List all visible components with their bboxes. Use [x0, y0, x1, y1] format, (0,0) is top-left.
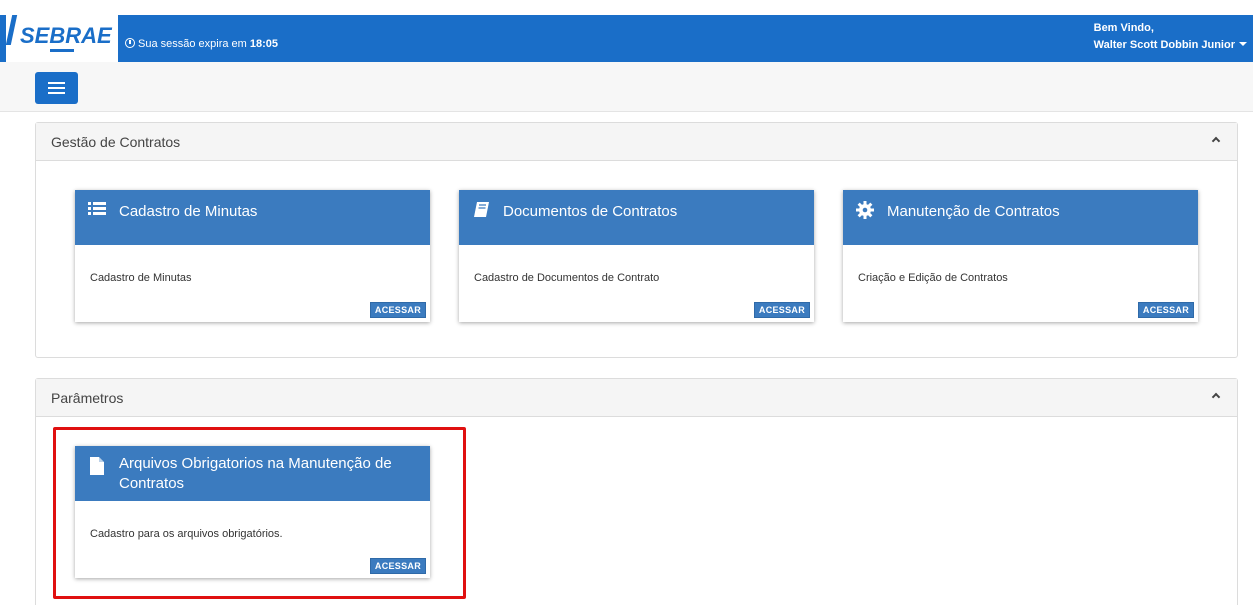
- caret-down-icon[interactable]: [1239, 42, 1247, 46]
- session-timer: Sua sessão expira em 18:05: [125, 38, 278, 50]
- user-name: Walter Scott Dobbin Junior: [1093, 39, 1235, 51]
- session-prefix: Sua sessão expira em: [138, 38, 247, 50]
- card-title: Documentos de Contratos: [503, 203, 678, 220]
- clock-icon: [125, 38, 135, 48]
- hamburger-line: [48, 92, 65, 94]
- user-menu[interactable]: Bem Vindo, Walter Scott Dobbin Junior: [1094, 20, 1247, 54]
- acessar-button[interactable]: ACESSAR: [753, 302, 810, 318]
- section-title: Gestão de Contratos: [51, 134, 181, 150]
- list-icon: [88, 202, 106, 215]
- section-header[interactable]: Gestão de Contratos: [36, 123, 1237, 161]
- session-time: 18:05: [249, 38, 279, 50]
- logo-underline: [50, 49, 74, 52]
- gear-icon: [856, 201, 874, 219]
- card-description: Cadastro de Minutas: [90, 272, 192, 284]
- card-documentos-contratos: Documentos de Contratos Cadastro de Docu…: [459, 190, 814, 322]
- acessar-button[interactable]: ACESSAR: [1137, 302, 1194, 318]
- sebrae-logo[interactable]: SEBRAE: [5, 15, 118, 62]
- logo-text: SEBRAE: [20, 23, 112, 48]
- section-header[interactable]: Parâmetros: [36, 379, 1237, 417]
- top-header: SEBRAE Sua sessão expira em 18:05 Bem Vi…: [0, 0, 1253, 62]
- hamburger-line: [48, 87, 65, 89]
- card-header: Cadastro de Minutas: [75, 190, 430, 245]
- chevron-up-icon[interactable]: [1211, 136, 1221, 146]
- card-cadastro-minutas: Cadastro de Minutas Cadastro de Minutas …: [75, 190, 430, 322]
- welcome-text: Bem Vindo,: [1093, 22, 1154, 34]
- card-manutencao-contratos: Manutenção de Contratos Criação e Edição…: [843, 190, 1198, 322]
- section-title: Parâmetros: [51, 390, 124, 406]
- acessar-button[interactable]: ACESSAR: [369, 302, 426, 318]
- card-header: Documentos de Contratos: [459, 190, 814, 245]
- logo-slash-shape: [5, 15, 18, 45]
- hamburger-line: [48, 82, 65, 84]
- card-title: Cadastro de Minutas: [119, 203, 258, 220]
- book-icon: [474, 202, 489, 217]
- card-title: Manutenção de Contratos: [887, 203, 1060, 220]
- card-description: Criação e Edição de Contratos: [858, 272, 1008, 284]
- highlight-box: [53, 427, 466, 599]
- card-description: Cadastro de Documentos de Contrato: [474, 272, 660, 284]
- toolbar: [0, 62, 1253, 112]
- hamburger-menu-button[interactable]: [35, 72, 78, 104]
- chevron-up-icon[interactable]: [1211, 392, 1221, 402]
- card-header: Manutenção de Contratos: [843, 190, 1198, 245]
